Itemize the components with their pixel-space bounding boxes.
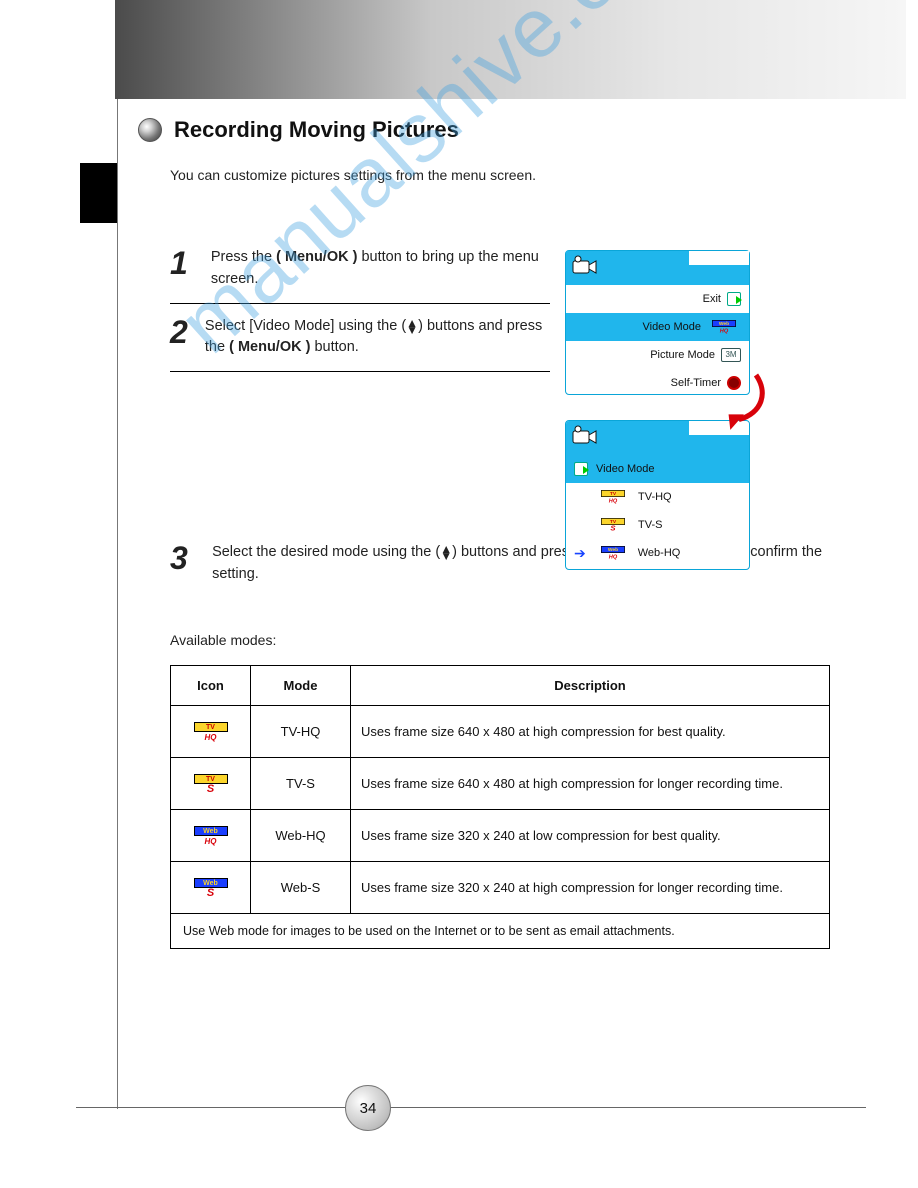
footnote: Use Web mode for images to be used on th…	[171, 914, 830, 949]
table-row: WebHQ Web-HQ Uses frame size 320 x 240 a…	[171, 810, 830, 862]
modes-table: Icon Mode Description TVHQ TV-HQ Uses fr…	[170, 665, 830, 949]
selection-arrow-icon: ➔	[574, 545, 586, 562]
camera-icon	[572, 425, 598, 449]
tvs-icon: TVS	[601, 518, 625, 532]
page-number: 34	[345, 1085, 391, 1131]
bullet-icon	[138, 118, 162, 142]
submenu-item-webhq: ➔ WebHQ Web-HQ	[566, 539, 749, 567]
step-2: 2 Select [Video Mode] using the () butto…	[170, 304, 550, 373]
header-gradient	[115, 0, 906, 99]
mode-desc: Uses frame size 320 x 240 at low compres…	[351, 810, 830, 862]
label: Picture Mode	[650, 349, 715, 361]
up-down-icon	[406, 320, 418, 334]
mode-desc: Uses frame size 640 x 480 at high compre…	[351, 758, 830, 810]
section-heading: Recording Moving Pictures	[138, 117, 459, 143]
col-icon: Icon	[171, 666, 251, 706]
submenu-header: Video Mode	[566, 455, 749, 483]
paren-close: )	[452, 544, 457, 560]
up-down-icon	[440, 546, 452, 560]
step-number: 1	[170, 247, 197, 291]
menu-panel-main: Exit Video Mode WebHQ Picture Mode 3M Se…	[565, 250, 750, 395]
table-row: WebS Web-S Uses frame size 320 x 240 at …	[171, 862, 830, 914]
t: button.	[314, 339, 358, 355]
step-text: Press the ( Menu/OK ) button to bring up…	[211, 247, 550, 291]
mode-name: Web-S	[251, 862, 351, 914]
mode-name: Web-HQ	[251, 810, 351, 862]
tvhq-icon: TVHQ	[194, 722, 228, 742]
intro-text: You can customize pictures settings from…	[170, 165, 770, 186]
mode-desc: Uses frame size 640 x 480 at high compre…	[351, 706, 830, 758]
mode-name: TV-S	[251, 758, 351, 810]
camera-icon	[572, 255, 598, 279]
submenu-item-tvhq: TVHQ TV-HQ	[566, 483, 749, 511]
paren-close: )	[418, 318, 423, 334]
step-1: 1 Press the ( Menu/OK ) button to bring …	[170, 235, 550, 304]
webhq-icon: WebHQ	[194, 826, 228, 846]
menu-item-video-mode: Video Mode WebHQ	[566, 313, 749, 341]
arrow-down-icon	[720, 375, 768, 435]
col-mode: Mode	[251, 666, 351, 706]
label: Web-HQ	[638, 547, 681, 559]
exit-icon	[574, 462, 588, 476]
menu-ok-button-label: ( Menu/OK )	[229, 339, 310, 355]
mode-name: TV-HQ	[251, 706, 351, 758]
menu-panel-video-mode: Video Mode TVHQ TV-HQ TVS TV-S ➔ WebHQ W…	[565, 420, 750, 570]
tvs-icon: TVS	[194, 774, 228, 794]
t: Select [Video Mode] using the	[205, 318, 401, 334]
label: TV-S	[638, 519, 662, 531]
menu-ok-button-label: ( Menu/OK )	[276, 249, 357, 265]
panel-tab	[566, 251, 749, 285]
menu-item-exit: Exit	[566, 285, 749, 313]
col-desc: Description	[351, 666, 830, 706]
exit-icon	[727, 292, 741, 306]
submenu-item-tvs: TVS TV-S	[566, 511, 749, 539]
label: Exit	[703, 293, 721, 305]
t: Select the desired mode using the	[212, 544, 435, 560]
menu-item-picture-mode: Picture Mode 3M	[566, 341, 749, 369]
margin-rule	[117, 99, 118, 1109]
webs-icon: WebS	[194, 878, 228, 898]
footer-rule	[76, 1107, 866, 1108]
table-row: TVS TV-S Uses frame size 640 x 480 at hi…	[171, 758, 830, 810]
table-header-row: Icon Mode Description	[171, 666, 830, 706]
step-number: 3	[170, 542, 198, 586]
step-number: 2	[170, 316, 191, 360]
tvhq-icon: TVHQ	[601, 490, 625, 504]
table-footnote-row: Use Web mode for images to be used on th…	[171, 914, 830, 949]
label: Self-Timer	[671, 377, 721, 389]
t: Press the	[211, 249, 276, 265]
step-text: Select [Video Mode] using the () buttons…	[205, 316, 550, 360]
webhq-icon: WebHQ	[712, 320, 736, 334]
label: Video Mode	[642, 321, 701, 333]
available-modes-label: Available modes:	[170, 630, 830, 651]
table-row: TVHQ TV-HQ Uses frame size 640 x 480 at …	[171, 706, 830, 758]
mode-desc: Uses frame size 320 x 240 at high compre…	[351, 862, 830, 914]
side-tab	[80, 163, 118, 223]
label: Video Mode	[596, 463, 655, 475]
three-m-icon: 3M	[721, 348, 741, 362]
webhq-icon: WebHQ	[601, 546, 625, 560]
section-title: Recording Moving Pictures	[174, 117, 459, 143]
label: TV-HQ	[638, 491, 672, 503]
